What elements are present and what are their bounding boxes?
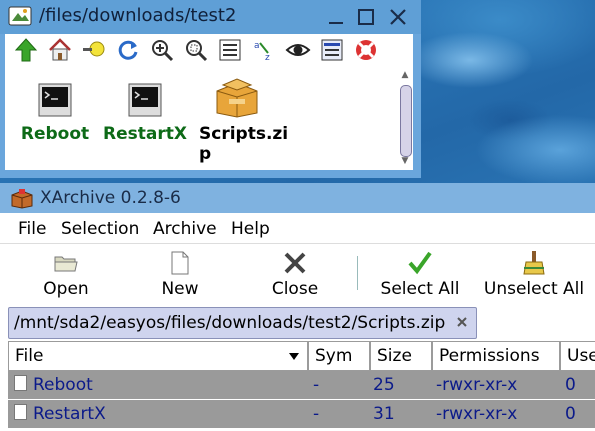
svg-text:z: z — [265, 53, 270, 63]
file-name: Reboot — [33, 375, 93, 395]
xarchive-toolbar: Open New Close Select All Unselect All — [0, 244, 595, 300]
xarchive-window: XArchive 0.2.8-6 File Selection Archive … — [0, 183, 595, 431]
file-icon — [14, 375, 27, 391]
close-icon[interactable] — [387, 6, 409, 28]
filer-titlebar[interactable]: /files/downloads/test2 — [0, 0, 421, 34]
sort-az-icon[interactable]: a z — [251, 37, 277, 63]
zoom-fit-icon[interactable] — [183, 37, 209, 63]
file-item-reboot[interactable]: Reboot — [5, 67, 105, 170]
archive-path-tab[interactable]: /mnt/sda2/easyos/files/downloads/test2/S… — [8, 307, 477, 339]
new-button[interactable]: New — [148, 244, 212, 300]
executable-file-icon — [38, 83, 72, 117]
file-label: RestartX — [103, 124, 187, 144]
scroll-up-arrow-icon[interactable]: ▲ — [400, 70, 410, 80]
cell-user: 0 — [565, 404, 576, 424]
select-all-label: Select All — [380, 279, 460, 299]
archive-path-text: /mnt/sda2/easyos/files/downloads/test2/S… — [14, 313, 446, 333]
filer-window: /files/downloads/test2 a z Reboot Restar… — [0, 0, 421, 178]
menu-archive[interactable]: Archive — [153, 219, 217, 239]
table-row[interactable]: Reboot - 25 -rwxr-xr-x 0 — [8, 371, 595, 399]
new-document-icon — [171, 251, 189, 275]
archive-file-list[interactable]: File Sym Size Permissions Use Reboot - 2… — [8, 341, 595, 431]
cell-permissions: -rwxr-xr-x — [436, 404, 518, 424]
checkmark-icon — [408, 251, 432, 275]
column-header-file[interactable]: File — [8, 341, 308, 371]
unselect-all-label: Unselect All — [483, 279, 585, 299]
file-icon — [14, 404, 27, 420]
file-label: Reboot — [20, 124, 90, 144]
unselect-all-button[interactable]: Unselect All — [480, 244, 588, 300]
file-item-restartx[interactable]: RestartX — [95, 67, 195, 170]
file-label-line1: Scripts.zi — [199, 124, 289, 144]
cell-sym: - — [313, 404, 320, 424]
scroll-down-arrow-icon[interactable]: ▼ — [400, 156, 410, 166]
column-header-sym[interactable]: Sym — [308, 341, 370, 371]
file-name: RestartX — [33, 404, 106, 424]
cell-user: 0 — [565, 375, 576, 395]
cell-file: RestartX — [14, 404, 106, 424]
cell-size: 31 — [373, 404, 395, 424]
column-header-label: Size — [377, 346, 412, 366]
xarchive-app-icon — [11, 189, 33, 209]
zoom-in-icon[interactable] — [149, 37, 175, 63]
filer-toolbar: a z — [5, 34, 413, 67]
minimize-icon[interactable] — [325, 6, 347, 28]
close-button[interactable]: Close — [262, 244, 328, 300]
up-arrow-icon[interactable] — [13, 37, 39, 63]
archive-box-icon — [216, 78, 258, 118]
eye-show-hidden-icon[interactable] — [285, 37, 311, 63]
column-header-label: File — [15, 346, 44, 366]
file-label-line2: p — [199, 144, 212, 164]
help-lifebuoy-icon[interactable] — [353, 37, 379, 63]
tab-close-icon[interactable] — [454, 314, 470, 330]
cell-file: Reboot — [14, 375, 93, 395]
open-folder-icon — [54, 256, 78, 272]
filer-file-view[interactable]: Reboot RestartX Scripts.zi p — [5, 67, 397, 170]
select-all-button[interactable]: Select All — [375, 244, 465, 300]
table-row[interactable]: RestartX - 31 -rwxr-xr-x 0 — [8, 400, 595, 428]
cell-sym: - — [313, 375, 320, 395]
column-header-user[interactable]: Use — [560, 341, 595, 371]
file-item-scripts-zip[interactable]: Scripts.zi p — [187, 67, 289, 170]
options-list-icon[interactable] — [319, 37, 345, 63]
broom-clear-icon — [523, 251, 545, 275]
column-header-label: Use — [567, 346, 595, 366]
bookmark-bulb-icon[interactable] — [81, 37, 107, 63]
new-label: New — [161, 279, 199, 299]
sort-dropdown-arrow-icon[interactable] — [289, 353, 299, 360]
executable-file-icon — [128, 83, 162, 117]
close-label: Close — [271, 279, 319, 299]
refresh-icon[interactable] — [115, 37, 141, 63]
column-header-size[interactable]: Size — [370, 341, 432, 371]
filer-app-icon — [8, 6, 32, 26]
cell-size: 25 — [373, 375, 395, 395]
cell-permissions: -rwxr-xr-x — [436, 375, 518, 395]
filer-window-title: /files/downloads/test2 — [39, 5, 237, 26]
scrollbar-thumb[interactable] — [400, 85, 412, 157]
column-header-label: Permissions — [439, 346, 540, 366]
details-list-icon[interactable] — [217, 37, 243, 63]
menu-file[interactable]: File — [18, 219, 46, 239]
xarchive-titlebar[interactable]: XArchive 0.2.8-6 — [0, 183, 595, 213]
column-header-label: Sym — [315, 346, 353, 366]
filer-scrollbar[interactable]: ▲ ▼ — [397, 67, 413, 170]
file-label: Scripts.zi p — [199, 124, 289, 164]
xarchive-window-title: XArchive 0.2.8-6 — [40, 188, 181, 208]
menu-help[interactable]: Help — [231, 219, 270, 239]
menubar: File Selection Archive Help — [0, 213, 595, 244]
maximize-icon[interactable] — [355, 6, 377, 28]
toolbar-separator — [357, 256, 358, 290]
home-icon[interactable] — [47, 37, 73, 63]
menu-selection[interactable]: Selection — [61, 219, 139, 239]
open-label: Open — [43, 279, 89, 299]
open-button[interactable]: Open — [30, 244, 102, 300]
svg-text:a: a — [254, 41, 260, 51]
close-x-icon — [284, 252, 306, 274]
column-header-permissions[interactable]: Permissions — [432, 341, 560, 371]
